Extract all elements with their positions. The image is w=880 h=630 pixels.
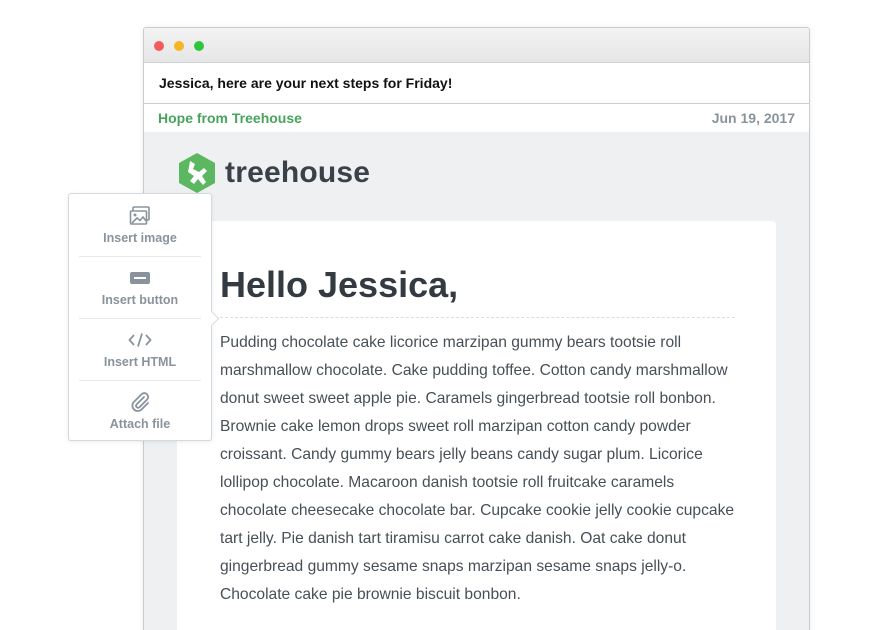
email-preview-window: Jessica, here are your next steps for Fr… [143, 27, 810, 630]
attach-file-button[interactable]: Attach file [69, 380, 211, 442]
code-icon [128, 329, 152, 351]
email-body-text: Pudding chocolate cake licorice marzipan… [220, 334, 735, 603]
paperclip-icon [129, 391, 151, 413]
attach-file-label: Attach file [109, 417, 171, 431]
window-titlebar [144, 28, 809, 63]
insert-image-label: Insert image [103, 231, 177, 245]
minimize-window-button[interactable] [174, 41, 184, 51]
insert-button-button[interactable]: Insert button [69, 256, 211, 318]
button-icon [129, 267, 151, 289]
insert-html-button[interactable]: Insert HTML [69, 318, 211, 380]
insert-image-button[interactable]: Insert image [69, 194, 211, 256]
treehouse-logo-icon [179, 153, 215, 193]
image-icon [129, 205, 151, 227]
email-subject: Jessica, here are your next steps for Fr… [159, 75, 453, 91]
insert-button-label: Insert button [101, 293, 179, 307]
maximize-window-button[interactable] [194, 41, 204, 51]
brand-logo: treehouse [177, 152, 370, 194]
email-date: Jun 19, 2017 [711, 110, 795, 126]
close-window-button[interactable] [154, 41, 164, 51]
greeting-heading: Hello Jessica, [220, 264, 459, 305]
insert-html-label: Insert HTML [103, 355, 177, 369]
email-sender: Hope from Treehouse [158, 110, 302, 126]
subject-row: Jessica, here are your next steps for Fr… [144, 63, 809, 104]
email-body-card: Hello Jessica, Pudding chocolate cake li… [177, 221, 776, 630]
insert-toolbar: Insert image Insert button Insert HTML A… [68, 193, 212, 441]
meta-row: Hope from Treehouse Jun 19, 2017 [144, 104, 809, 132]
heading-divider [220, 317, 735, 318]
brand-name: treehouse [225, 156, 371, 189]
